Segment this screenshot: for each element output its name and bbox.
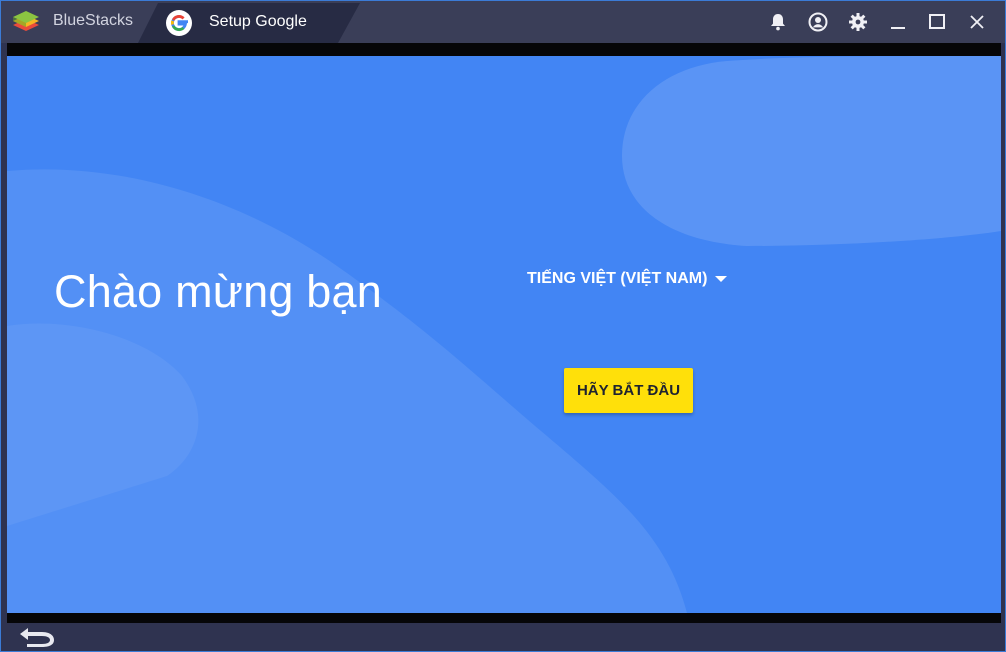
minimize-icon[interactable] [886,10,910,34]
welcome-title: Chào mừng bạn [54,266,382,317]
maximize-icon[interactable] [925,10,949,34]
bluestacks-window: BlueStacks Setup Google Chào mừng bạn TI… [0,0,1006,652]
title-bar: BlueStacks Setup Google [1,1,1005,43]
screen-border-top [7,43,1001,56]
dropdown-arrow-icon [715,276,728,282]
back-icon[interactable] [15,625,57,649]
gear-icon[interactable] [846,10,870,34]
google-logo-icon [166,10,192,36]
bell-icon[interactable] [766,10,790,34]
tab-label: Setup Google [209,13,307,30]
bottom-nav-bar [1,623,1005,651]
language-selector-label: TIẾNG VIỆT (VIỆT NAM) [527,270,708,287]
screen-border-bottom [7,613,1001,623]
home-tab-label: BlueStacks [53,12,134,29]
bluestacks-logo-icon [13,11,39,31]
home-tab[interactable]: BlueStacks [1,1,161,43]
android-screen: Chào mừng bạn TIẾNG VIỆT (VIỆT NAM) HÃY … [7,56,1001,613]
start-button[interactable]: HÃY BẮT ĐẦU [564,368,693,413]
account-icon[interactable] [806,10,830,34]
close-icon[interactable] [965,10,989,34]
tab-setup-google[interactable]: Setup Google [138,3,360,43]
language-selector[interactable]: TIẾNG VIỆT (VIỆT NAM) [527,268,728,290]
background-shapes [7,56,1001,613]
